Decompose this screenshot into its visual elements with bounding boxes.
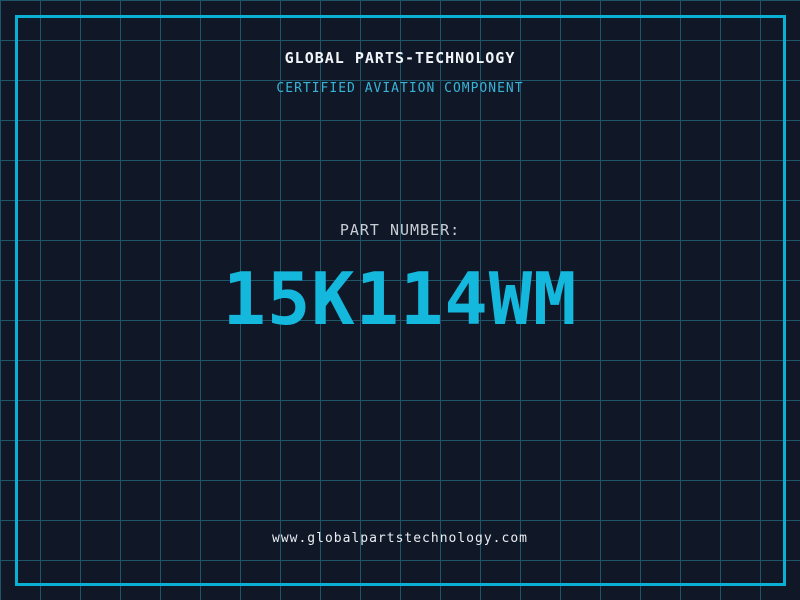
part-number-value: 15K114WM <box>222 257 578 341</box>
certification-subtitle: CERTIFIED AVIATION COMPONENT <box>276 81 524 96</box>
website-url: www.globalpartstechnology.com <box>272 531 528 546</box>
page-title: GLOBAL PARTS-TECHNOLOGY <box>284 49 516 67</box>
blueprint-page: GLOBAL PARTS-TECHNOLOGY CERTIFIED AVIATI… <box>0 0 800 600</box>
part-number-label: PART NUMBER: <box>339 221 461 239</box>
